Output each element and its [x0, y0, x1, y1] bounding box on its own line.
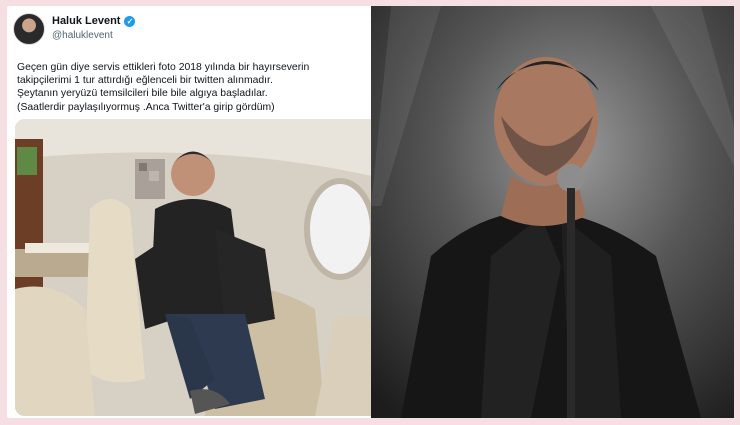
tweet-card: Haluk Levent ✓ @haluklevent ✕ Geçen gün … [7, 6, 390, 418]
singer-photo [371, 6, 734, 418]
author-name[interactable]: Haluk Levent [52, 15, 120, 27]
author-handle[interactable]: @haluklevent [52, 30, 113, 41]
tweet-media-photo[interactable] [15, 119, 385, 416]
concert-photo[interactable] [371, 6, 734, 418]
verified-badge-icon: ✓ [124, 15, 136, 27]
tweet-line: takipçilerimi 1 tur attırdığı eğlenceli … [17, 75, 273, 87]
tweet-text: Geçen gün diye servis ettikleri foto 201… [17, 61, 383, 114]
tweet-author-row: Haluk Levent ✓ [52, 15, 136, 27]
tweet-line: Şeytanın yeryüzü temsilcileri bile bile … [17, 88, 268, 100]
tweet-line: (Saatlerdir paylaşılıyormuş .Anca Twitte… [17, 101, 275, 113]
avatar[interactable] [13, 13, 45, 45]
tweet-line: Geçen gün diye servis ettikleri foto 201… [17, 62, 310, 73]
collage-frame: Haluk Levent ✓ @haluklevent ✕ Geçen gün … [0, 0, 740, 425]
private-jet-photo [15, 119, 385, 416]
